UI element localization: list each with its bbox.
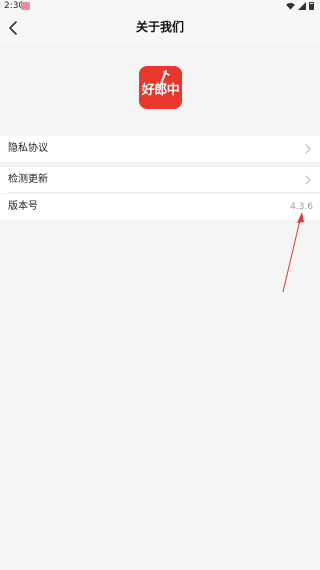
version-value: 4.3.6 [290, 202, 313, 212]
privacy-policy-row[interactable]: 隐私协议 [0, 136, 320, 162]
battery-icon [309, 2, 314, 10]
version-row: 版本号 4.3.6 [0, 194, 320, 220]
wifi-icon [286, 2, 295, 10]
check-update-row[interactable]: 检测更新 [0, 167, 320, 193]
signal-icon [298, 2, 306, 10]
status-bar: 2:30 [0, 0, 320, 12]
page-title: 关于我们 [135, 20, 184, 34]
logo-text: 好郎中 [141, 83, 180, 98]
divider [8, 192, 320, 193]
version-label: 版本号 [8, 201, 38, 212]
status-icons [286, 2, 314, 10]
notification-icon [21, 2, 30, 10]
check-update-label: 检测更新 [8, 174, 48, 185]
chevron-right-icon [305, 144, 311, 154]
chevron-right-icon [305, 175, 311, 185]
privacy-policy-label: 隐私协议 [8, 143, 48, 154]
nav-bar: 关于我们 [0, 12, 320, 42]
app-logo: 好郎中 [139, 66, 182, 109]
